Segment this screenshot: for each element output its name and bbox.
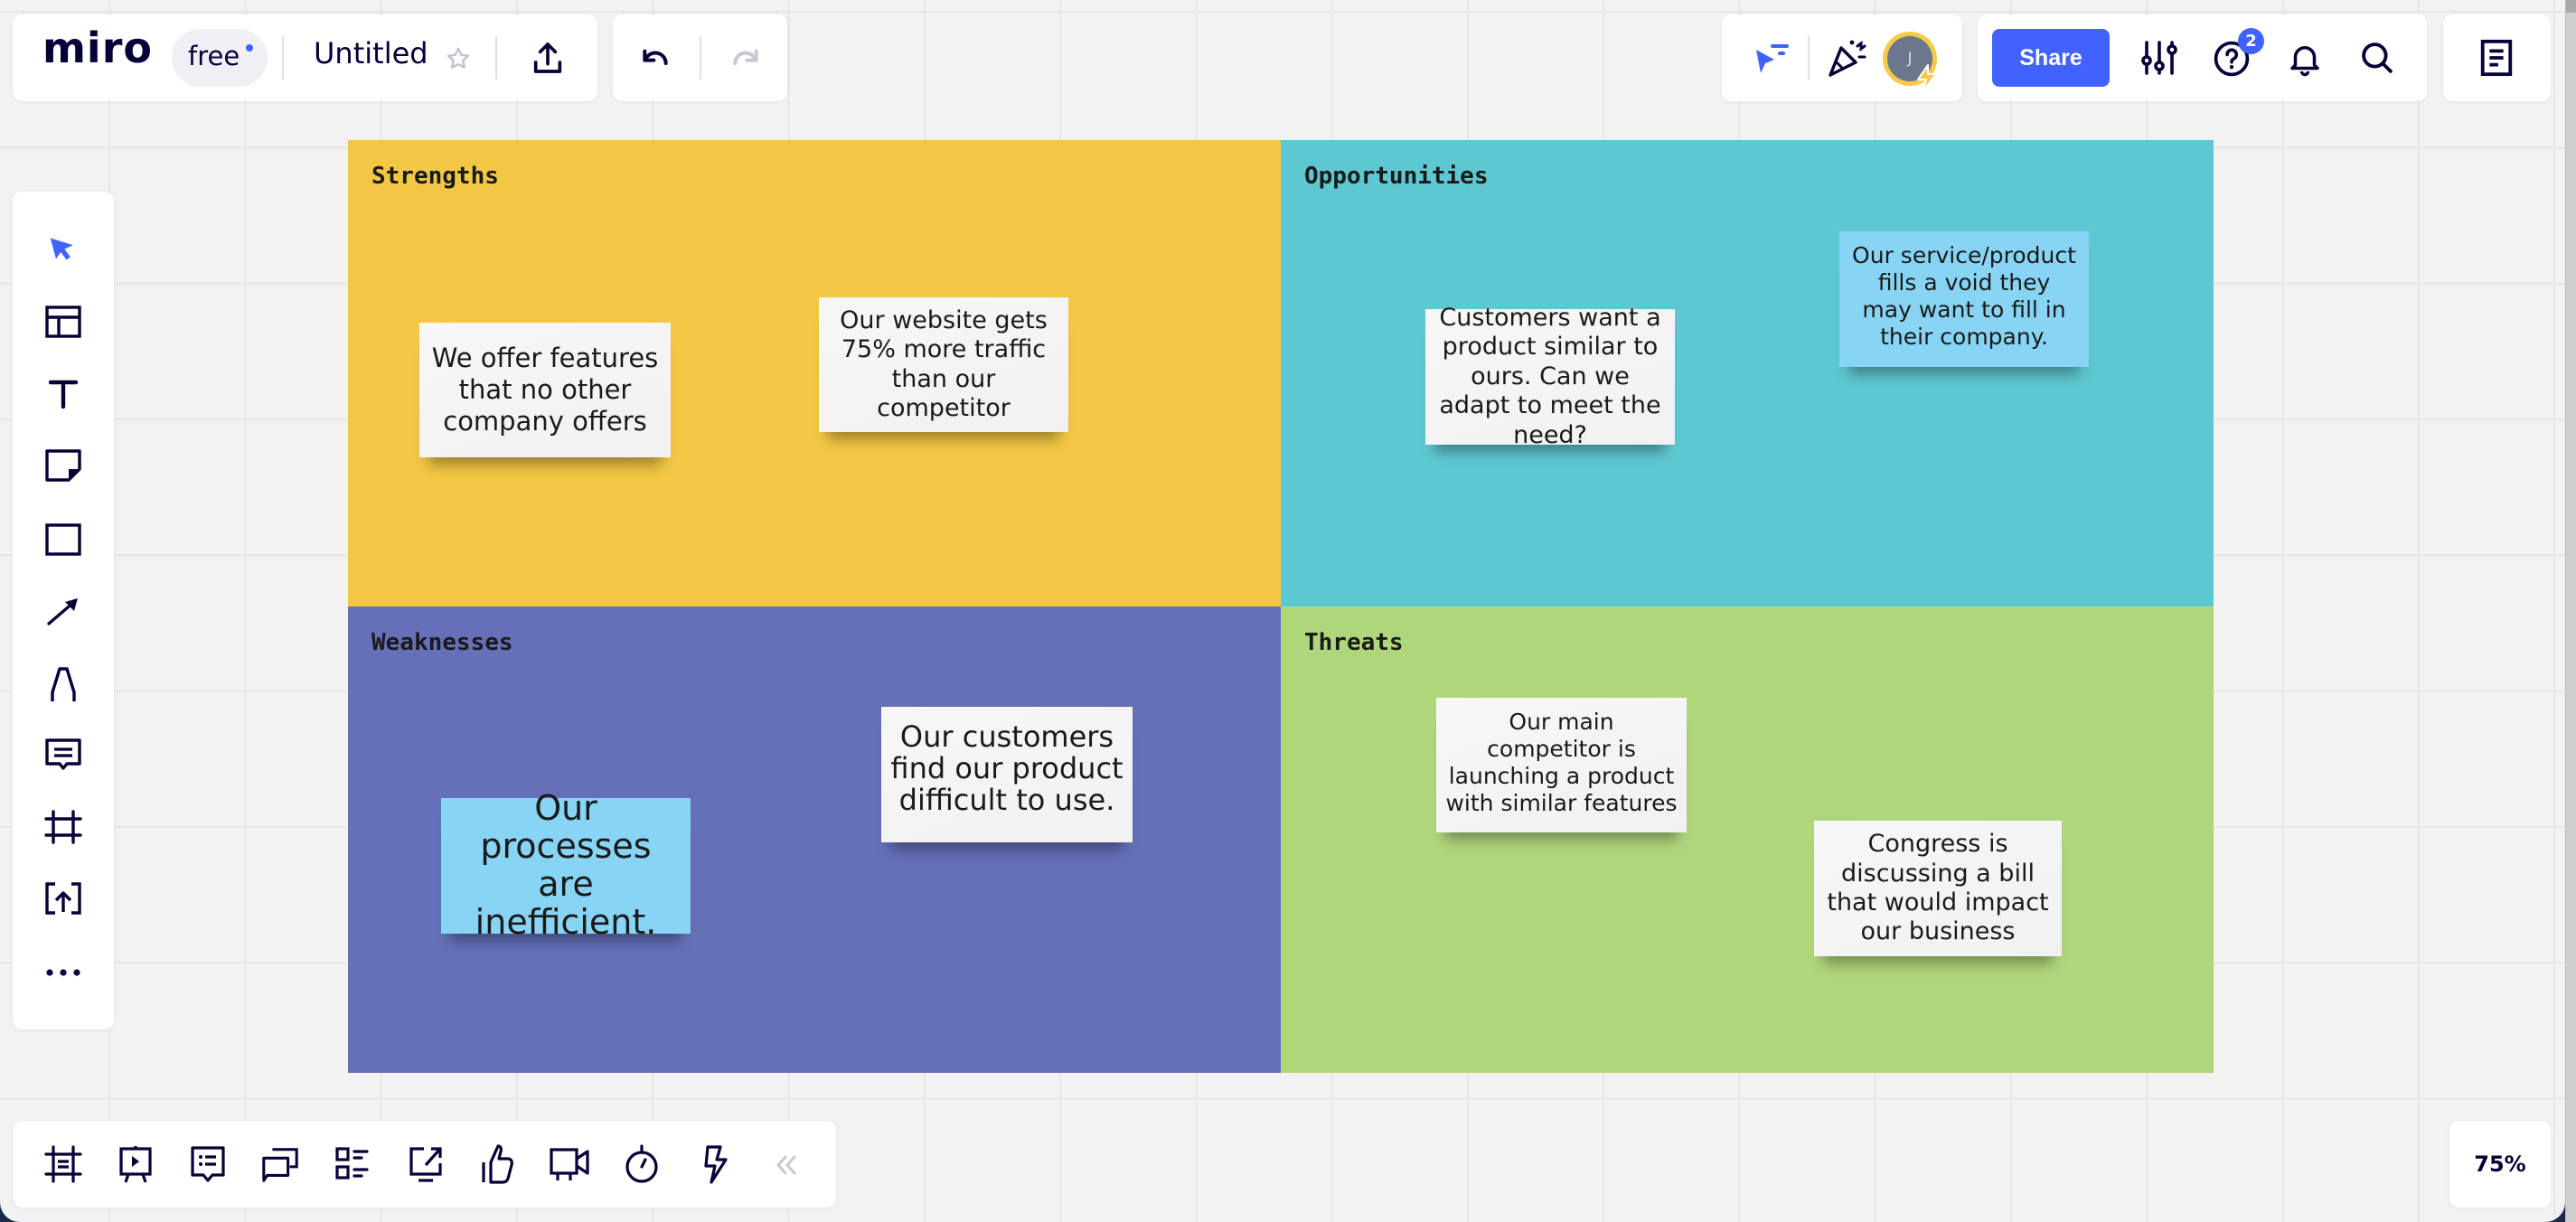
search-icon[interactable]: [2357, 38, 2397, 78]
sticky-note[interactable]: Our customers find our product difficult…: [881, 707, 1133, 842]
sticky-note-icon[interactable]: [43, 447, 83, 484]
sticky-note[interactable]: Our website gets 75% more traffic than o…: [819, 297, 1068, 432]
quadrant-label: Threats: [1304, 629, 1404, 656]
divider: [282, 36, 284, 80]
notification-dot: [246, 44, 253, 52]
party-popper-icon[interactable]: [1822, 36, 1869, 80]
sticky-note[interactable]: We offer features that no other company …: [419, 323, 671, 457]
sticky-note[interactable]: Our processes are inefficient.: [441, 789, 691, 941]
cursor-icon[interactable]: [43, 231, 83, 268]
redo-icon[interactable]: [727, 40, 765, 78]
avatar[interactable]: J: [1883, 32, 1937, 91]
collapse-icon[interactable]: [770, 1152, 803, 1179]
sticky-note-text: Our website gets 75% more traffic than o…: [840, 306, 1048, 422]
card-list-icon[interactable]: [333, 1144, 372, 1184]
presentation-icon[interactable]: [116, 1144, 155, 1184]
text-icon[interactable]: [43, 376, 83, 412]
scrollbar[interactable]: [2565, 0, 2576, 1222]
board-title[interactable]: Untitled: [314, 36, 428, 70]
quadrant-label: Weaknesses: [371, 629, 513, 656]
divider: [495, 36, 497, 80]
sticky-note[interactable]: Congress is discussing a bill that would…: [1814, 821, 2062, 956]
share-button[interactable]: Share: [1992, 29, 2110, 87]
scrollbar-thumb[interactable]: [2566, 0, 2576, 13]
zoom-level[interactable]: 75%: [2449, 1121, 2551, 1208]
video-icon[interactable]: [548, 1144, 591, 1184]
templates-icon[interactable]: [43, 304, 83, 340]
upload-icon[interactable]: [528, 38, 568, 78]
divider: [1808, 36, 1810, 80]
arrow-icon[interactable]: [43, 593, 83, 629]
quadrant-threats[interactable]: Threats: [1281, 606, 2214, 1073]
undo-icon[interactable]: [636, 40, 674, 78]
chat-icon[interactable]: [260, 1144, 300, 1184]
sticky-note[interactable]: Customers want a product similar to ours…: [1425, 304, 1675, 449]
divider: [700, 36, 701, 80]
sticky-note-text: Congress is discussing a bill that would…: [1827, 830, 2049, 946]
sticky-note-text: Customers want a product similar to ours…: [1439, 304, 1661, 449]
lightning-icon: [1917, 64, 1937, 91]
bell-icon[interactable]: [2285, 38, 2325, 80]
quadrant-label: Opportunities: [1304, 163, 1489, 190]
settings-sliders-icon[interactable]: [2139, 38, 2180, 78]
plan-badge[interactable]: free: [172, 29, 268, 87]
more-icon[interactable]: [43, 960, 83, 985]
star-icon[interactable]: [443, 43, 474, 74]
lightning-icon[interactable]: [695, 1144, 735, 1184]
sticky-note[interactable]: Our main competitor is launching a produ…: [1436, 698, 1687, 832]
sticky-note-text: Our customers find our product difficult…: [890, 719, 1123, 818]
plan-badge-label: free: [188, 41, 240, 71]
comment-icon[interactable]: [43, 737, 83, 773]
pen-icon[interactable]: [43, 664, 83, 704]
share-screen-icon[interactable]: [406, 1144, 446, 1184]
quadrant-opportunities[interactable]: Opportunities: [1281, 140, 2214, 606]
rectangle-icon[interactable]: [43, 522, 83, 558]
cursor-filter-icon[interactable]: [1752, 38, 1795, 78]
sticky-note-text: Our processes are inefficient.: [475, 788, 657, 942]
comments-icon[interactable]: [188, 1144, 228, 1184]
miro-logo[interactable]: miro: [42, 27, 153, 69]
frame-icon[interactable]: [43, 809, 83, 845]
zoom-panel[interactable]: 75%: [2449, 1121, 2551, 1208]
timer-icon[interactable]: [622, 1144, 662, 1184]
notes-icon[interactable]: [2477, 38, 2516, 78]
voting-icon[interactable]: [478, 1144, 518, 1184]
board-canvas[interactable]: Strengths Opportunities Weaknesses Threa…: [0, 0, 2565, 1222]
sticky-note-text: We offer features that no other company …: [431, 343, 659, 437]
upload-icon[interactable]: [43, 880, 83, 916]
frames-icon[interactable]: [43, 1144, 83, 1184]
sticky-note-text: Our main competitor is launching a produ…: [1445, 709, 1678, 816]
sticky-note[interactable]: Our service/product fills a void they ma…: [1839, 231, 2089, 367]
sticky-note-text: Our service/product fills a void they ma…: [1852, 242, 2076, 350]
miro-window: Strengths Opportunities Weaknesses Threa…: [0, 0, 2565, 1222]
quadrant-label: Strengths: [371, 163, 499, 190]
help-badge: 2: [2238, 28, 2264, 54]
